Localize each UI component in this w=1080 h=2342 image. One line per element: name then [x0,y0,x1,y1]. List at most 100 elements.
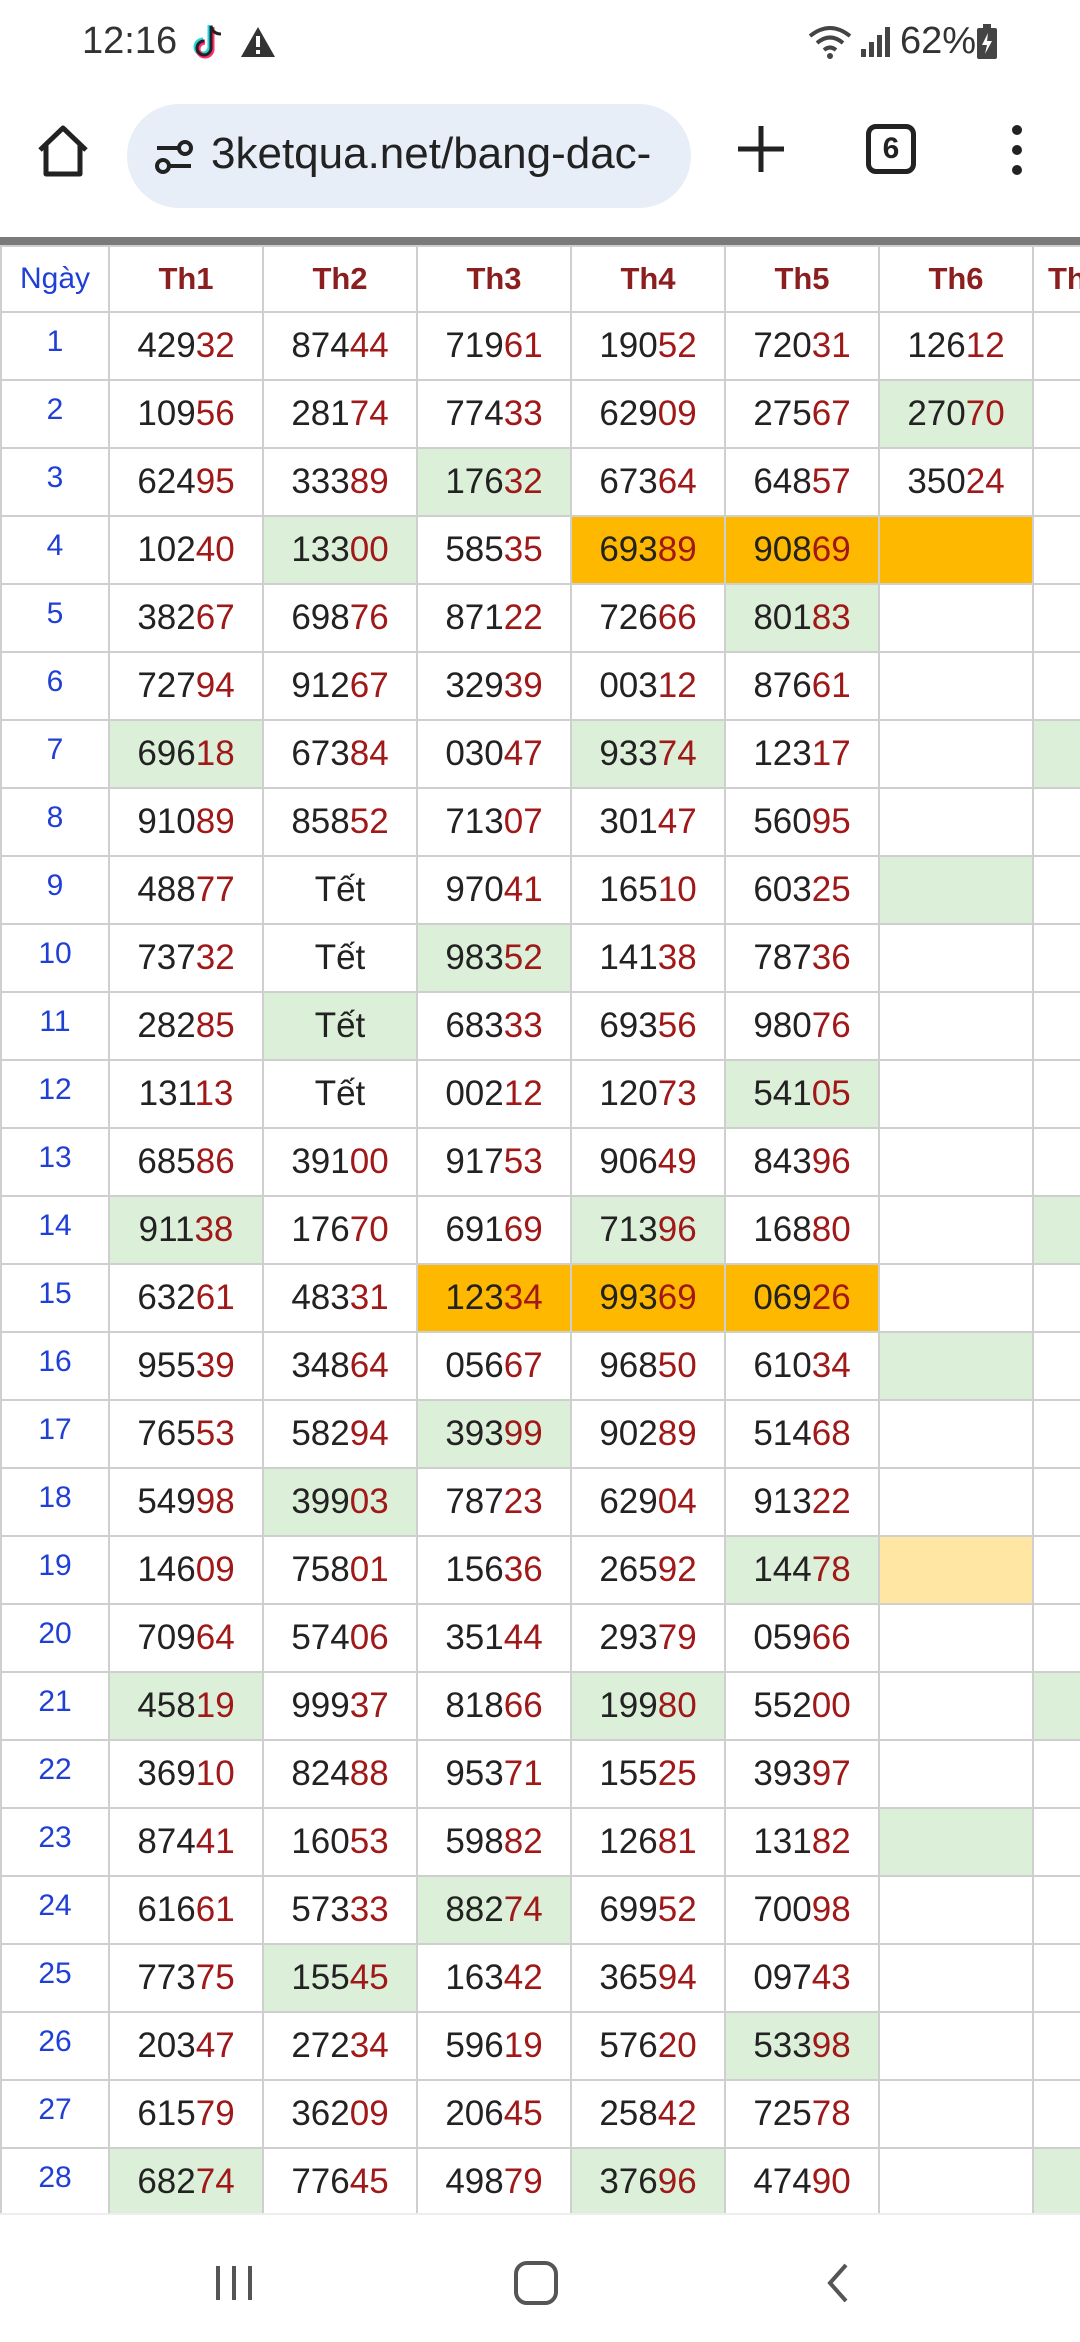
header-th5: Th5 [724,245,880,313]
result-prefix: 874 [137,1822,196,1861]
tab-switcher-button[interactable]: 6 [866,124,916,174]
result-prefix: 629 [599,394,658,433]
result-cell: 91267 [262,651,418,721]
result-cell [1032,1331,1080,1401]
new-tab-button[interactable] [730,118,792,180]
result-prefix: 206 [445,2094,504,2133]
result-prefix: 876 [753,666,812,705]
more-menu-button[interactable] [1000,114,1034,186]
result-last-two-digits: 98 [811,2026,851,2065]
result-cell: 10956 [108,379,264,449]
result-prefix: 683 [445,1006,504,1045]
result-last-two-digits: 34 [503,1278,543,1317]
result-prefix: 123 [445,1278,504,1317]
result-cell: 62495 [108,447,264,517]
result-last-two-digits: 66 [657,598,697,637]
result-last-two-digits: 40 [195,530,235,569]
table-row: 9 48877 Tết 97041 16510 60325 [0,855,1080,925]
table-row: 18 54998 39903 78723 62904 91322 [0,1467,1080,1537]
result-last-two-digits: 53 [503,1142,543,1181]
result-cell: 20645 [416,2079,572,2149]
result-last-two-digits: 89 [349,462,389,501]
address-bar[interactable]: 3ketqua.net/bang-dac- [127,104,691,208]
table-body: 1 42932 87444 71961 19052 72031 12612 2 10956 281… [0,311,1080,2213]
result-prefix: 131 [138,1074,195,1113]
result-cell: 15545 [262,1943,418,2013]
result-last-two-digits: 44 [503,1618,543,1657]
result-cell: 72666 [570,583,726,653]
day-number: 22 [0,1739,110,1809]
table-row: 25 77375 15545 16342 36594 09743 [0,1943,1080,2013]
result-last-two-digits: 37 [349,1686,389,1725]
result-cell [1032,991,1080,1061]
result-cell [1032,651,1080,721]
result-cell: 69618 [108,719,264,789]
result-last-two-digits: 80 [811,1210,851,1249]
table-row: 19 14609 75801 15636 26592 14478 [0,1535,1080,1605]
home-button[interactable] [30,118,96,184]
result-last-two-digits: 95 [195,462,235,501]
result-cell: 28285 [108,991,264,1061]
result-last-two-digits: 33 [349,1890,389,1929]
result-cell: 42932 [108,311,264,381]
result-prefix: 391 [291,1142,350,1181]
result-last-two-digits: 18 [195,734,235,773]
result-prefix: 696 [137,734,196,773]
result-cell: 61661 [108,1875,264,1945]
result-cell [878,1739,1034,1809]
header-th: Th [1032,245,1080,313]
result-cell: 93374 [570,719,726,789]
result-cell: 12317 [724,719,880,789]
result-prefix: 272 [291,2026,350,2065]
home-nav-button[interactable] [506,2253,566,2313]
result-last-two-digits: 36 [503,1550,543,1589]
day-number: 12 [0,1059,110,1129]
result-cell [878,719,1034,789]
result-last-two-digits: 42 [503,1958,543,1997]
result-prefix: 993 [599,1278,658,1317]
result-cell: 38267 [108,583,264,653]
result-last-two-digits: 61 [811,666,851,705]
result-cell: 87444 [262,311,418,381]
day-number: 9 [0,855,110,925]
result-prefix: 999 [291,1686,350,1725]
result-prefix: 801 [753,598,812,637]
table-row: 7 69618 67384 03047 93374 12317 [0,719,1080,789]
results-table-container[interactable]: Ngày Th1 Th2 Th3 Th4 Th5 Th6 Th 1 42932 87444 7196… [0,245,1080,2213]
table-row: 20 70964 57406 35144 29379 05966 [0,1603,1080,1673]
result-prefix: 155 [291,1958,350,1997]
result-cell [1032,311,1080,381]
table-row: 14 91138 17670 69169 71396 16880 [0,1195,1080,1265]
result-last-two-digits: 25 [811,870,851,909]
result-prefix: 576 [599,2026,658,2065]
result-last-two-digits: 22 [811,1482,851,1521]
result-cell [1032,1739,1080,1809]
result-last-two-digits: 10 [195,1754,235,1793]
result-cell: 27070 [878,379,1034,449]
result-cell [878,1467,1034,1537]
result-prefix: 700 [753,1890,812,1929]
table-row: 8 91089 85852 71307 30147 56095 [0,787,1080,857]
result-last-two-digits: 04 [657,1482,697,1521]
result-prefix: 596 [445,2026,504,2065]
result-cell: 69389 [570,515,726,585]
result-cell: 30147 [570,787,726,857]
result-last-two-digits: 20 [657,2026,697,2065]
result-prefix: 056 [445,1346,504,1385]
result-last-two-digits: 45 [349,2162,389,2201]
back-button[interactable] [808,2253,868,2313]
day-number: 25 [0,1943,110,2013]
site-settings-icon[interactable] [149,132,199,182]
table-row: 28 68274 77645 49879 37696 47490 [0,2147,1080,2213]
result-cell: 12612 [878,311,1034,381]
recent-apps-button[interactable] [204,2253,264,2313]
table-row: 5 38267 69876 87122 72666 80183 [0,583,1080,653]
result-cell [1032,1875,1080,1945]
result-cell [1032,1807,1080,1877]
result-prefix: 163 [445,1958,504,1997]
day-number: 16 [0,1331,110,1401]
result-cell: 68274 [108,2147,264,2213]
result-prefix: 199 [599,1686,658,1725]
result-cell: 73732 [108,923,264,993]
result-cell [878,583,1034,653]
